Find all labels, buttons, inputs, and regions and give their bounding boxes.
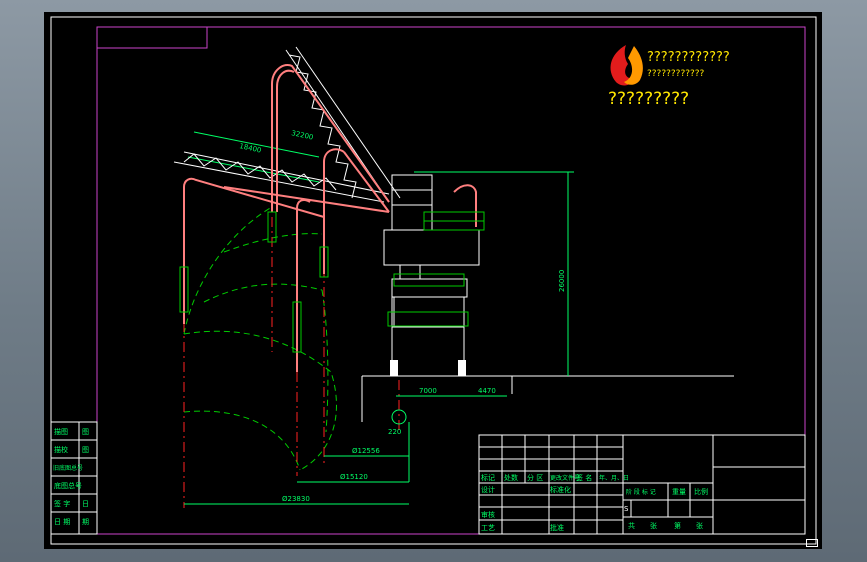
tb-process: 工艺 (481, 524, 495, 532)
dim-r1: Ø12556 (352, 447, 380, 455)
side-row-6-label: 日 期 (54, 518, 70, 526)
side-row-2-label: 描校 (54, 445, 68, 454)
side-row-3-label: 旧底图总号 (53, 464, 83, 472)
tb-count: 处数 (504, 473, 518, 482)
tb-standard: 标准化 (550, 485, 571, 494)
title-line-1: ???????????? (647, 50, 730, 65)
title-line-2: ????????? (608, 89, 689, 109)
cad-drawing: ???????????? ???????????? ????????? 3220 (50, 16, 817, 545)
tb-sheet-total-unit: 张 (650, 521, 657, 530)
side-row-1-value: 图 (82, 428, 89, 436)
corner-marker (806, 539, 818, 547)
crane-body (383, 174, 480, 376)
lower-boom-truss (173, 151, 390, 203)
drawing-frame (96, 26, 806, 535)
tb-stage-label: 阶 段 标 记 (626, 488, 656, 496)
tb-review: 审核 (481, 510, 495, 519)
dim-boom-upper: 32200 (291, 129, 314, 141)
title-line-1-under: ???????????? (647, 69, 705, 79)
tb-mark: 标记 (481, 473, 495, 482)
tb-date: 年、月、日 (599, 474, 629, 482)
tb-sheet-no-unit: 张 (696, 521, 703, 530)
crane-wheels (390, 360, 466, 376)
title-block-labels: 标记 处数 分 区 更改文件号 签 名 年、月、日 设计 标准化 审核 工艺 批… (481, 473, 708, 532)
crane-railing (387, 211, 485, 327)
top-left-label-box (96, 26, 208, 49)
tb-weight-label: 重量 (672, 488, 686, 496)
tb-stage-value: S (624, 505, 629, 513)
side-row-2-value: 图 (82, 446, 89, 454)
tb-sheet-total: 共 (628, 521, 635, 530)
dim-base-right: 4470 (478, 387, 496, 395)
side-row-1-label: 描图 (54, 427, 68, 436)
side-row-6-value: 期 (82, 518, 89, 526)
dim-small-radius: 220 (388, 428, 401, 436)
swing-arcs (183, 206, 337, 471)
drawing-viewport[interactable]: ???????????? ???????????? ????????? 3220 (44, 12, 822, 549)
side-row-5-value: 日 (82, 500, 89, 508)
tb-sheet-no: 第 (674, 521, 681, 530)
dim-base-left: 7000 (419, 387, 437, 395)
center-lines (183, 217, 400, 508)
side-row-4-label: 底图总号 (54, 481, 82, 490)
dim-r3: Ø23830 (282, 495, 310, 503)
flame-logo-icon (610, 45, 643, 86)
title-block (478, 434, 806, 535)
side-row-5-label: 签 字 (54, 499, 70, 508)
dim-r2: Ø15120 (340, 473, 368, 481)
tb-scale-label: 比例 (694, 487, 708, 496)
tb-zone: 分 区 (527, 473, 543, 482)
dim-height: 26000 (558, 270, 566, 292)
dim-boom-lower: 18400 (239, 142, 262, 154)
tb-sign: 签 名 (576, 473, 592, 482)
tb-approve: 批准 (550, 523, 564, 532)
outer-border (50, 16, 817, 545)
tb-design: 设计 (481, 485, 495, 494)
